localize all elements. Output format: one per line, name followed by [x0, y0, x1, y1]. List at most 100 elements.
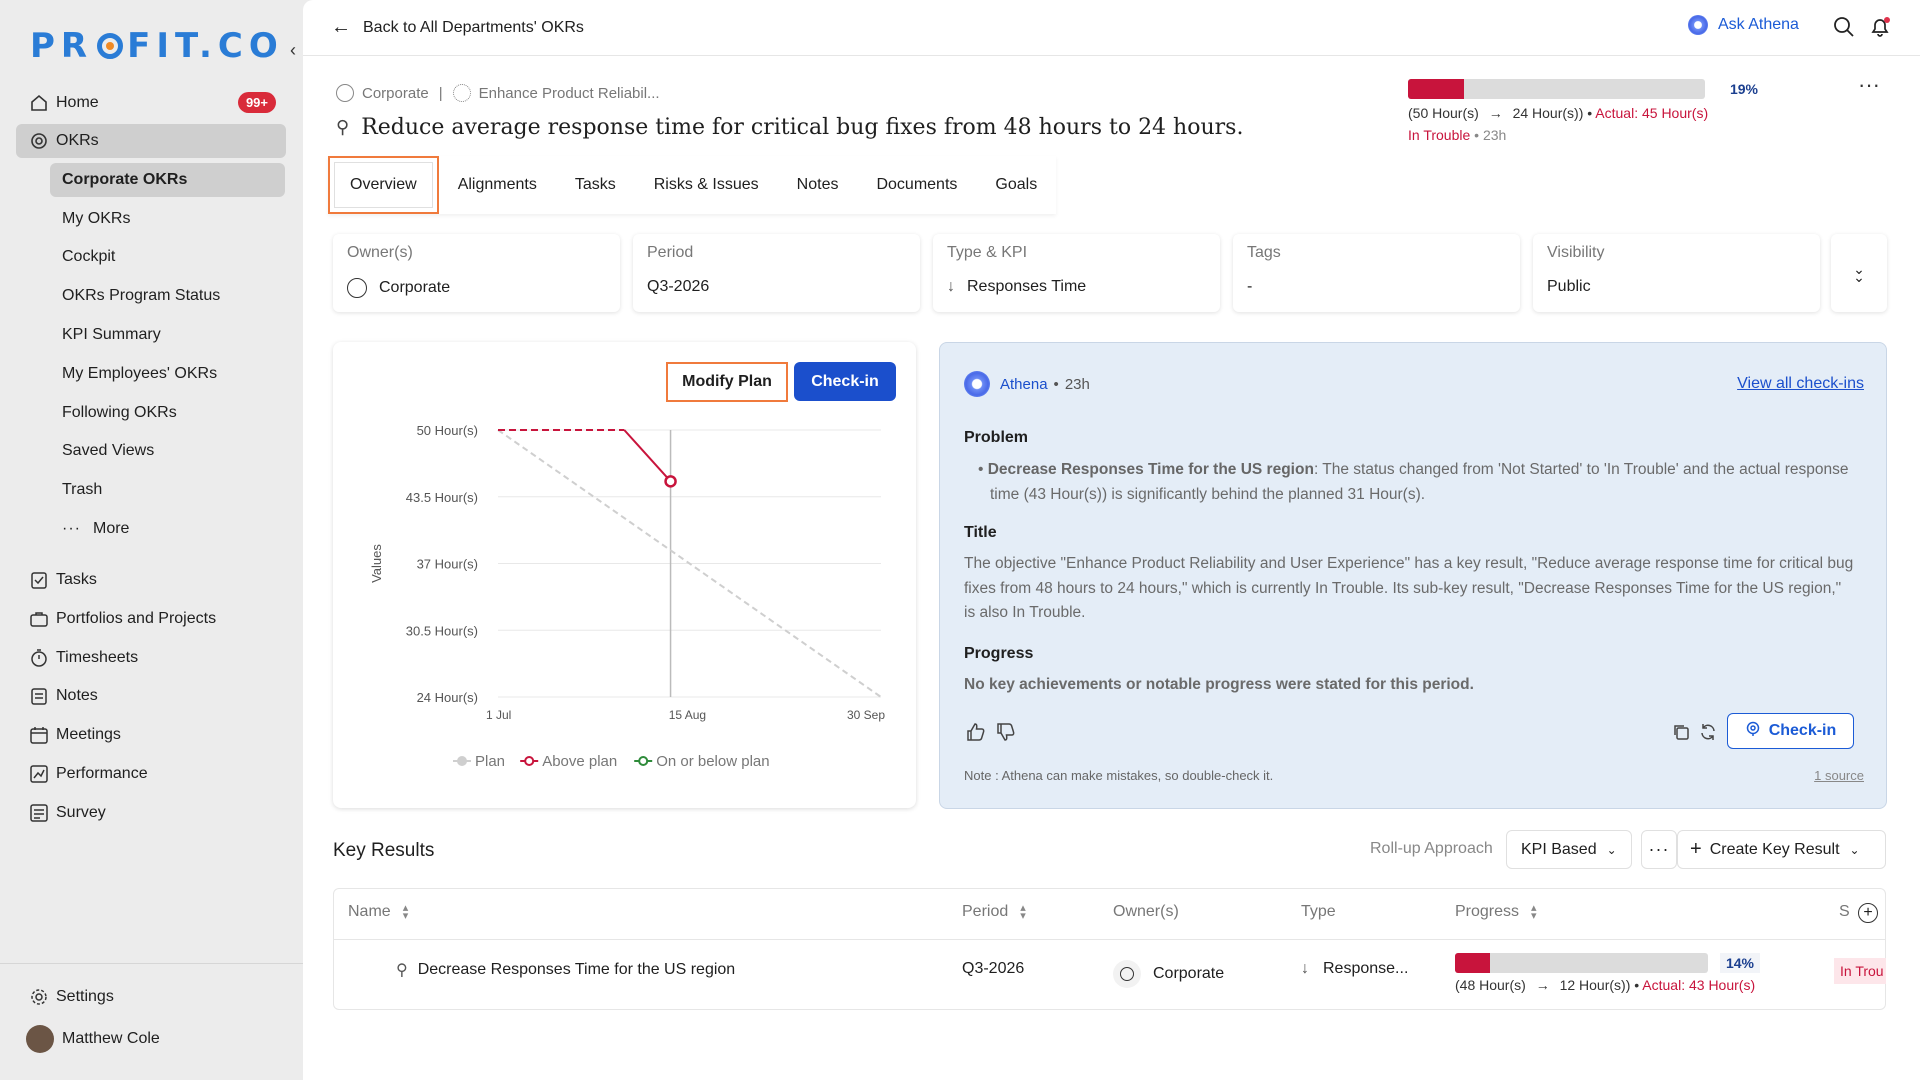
nav-kpi-summary-label: KPI Summary [62, 326, 161, 343]
row-progress-actual: Actual: 43 Hour(s) [1642, 977, 1756, 993]
nav-my-employees-okrs[interactable]: My Employees' OKRs [50, 357, 285, 391]
breadcrumb-objective[interactable]: Enhance Product Reliabil... [479, 85, 660, 102]
tab-notes[interactable]: Notes [778, 156, 858, 214]
expand-details-button[interactable]: ⌄ ⌄ [1831, 234, 1887, 312]
key-results-more-button[interactable]: ··· [1641, 830, 1677, 869]
thumbs-down-icon[interactable] [996, 722, 1016, 747]
nav-cockpit[interactable]: Cockpit [50, 240, 285, 274]
calendar-icon [28, 725, 50, 745]
create-key-result-button[interactable]: + Create Key Result ⌄ [1677, 830, 1886, 869]
arrow-right-icon: → [1488, 105, 1503, 121]
collapse-sidebar-icon[interactable]: ‹ [290, 40, 296, 61]
nav-corporate-okrs-label: Corporate OKRs [62, 171, 188, 188]
chevron-down-icon: ⌄ [1849, 842, 1860, 857]
row-period: Q3-2026 [962, 960, 1025, 977]
nav-more[interactable]: ··· More [50, 512, 285, 546]
breadcrumb-corporate[interactable]: Corporate [362, 85, 429, 102]
nav-trash[interactable]: Trash [50, 473, 285, 507]
main-content: ← Back to All Departments' OKRs Ask Athe… [303, 0, 1920, 1080]
nav-kpi-summary[interactable]: KPI Summary [50, 318, 285, 352]
nav-meetings[interactable]: Meetings [16, 718, 286, 752]
row-progress: 14% (48 Hour(s) → 12 Hour(s)) • Actual: … [1455, 953, 1760, 993]
progress-percent: 19% [1729, 81, 1758, 97]
col-period[interactable]: Period ▴ ▾ [962, 903, 1026, 922]
tasks-icon [28, 570, 50, 590]
key-result-icon: ⚲ [396, 962, 408, 979]
nav-performance[interactable]: Performance [16, 757, 286, 791]
globe-icon [336, 84, 354, 102]
nav-survey[interactable]: Survey [16, 796, 286, 830]
tab-alignments[interactable]: Alignments [439, 156, 556, 214]
actual-value-point [664, 475, 677, 488]
search-icon[interactable] [1833, 16, 1855, 43]
nav-settings[interactable]: Settings [16, 980, 286, 1014]
sidebar: PR FIT.CO ‹ Home 99+ OKRs Corporate OKRs … [0, 0, 303, 1080]
tab-documents-label: Documents [876, 176, 958, 193]
view-all-check-ins-link[interactable]: View all check-ins [1737, 375, 1864, 393]
tab-tasks[interactable]: Tasks [556, 156, 635, 214]
arrow-down-icon: ↓ [1301, 960, 1309, 977]
nav-corporate-okrs[interactable]: Corporate OKRs [50, 163, 285, 197]
athena-name: Athena [1000, 375, 1048, 393]
nav-tasks[interactable]: Tasks [16, 563, 286, 597]
nav-following-okrs[interactable]: Following OKRs [50, 396, 285, 430]
row-progress-bar [1455, 953, 1708, 973]
user-avatar [26, 1025, 54, 1053]
above-plan-series-line [623, 429, 672, 483]
bell-icon[interactable] [1868, 15, 1892, 44]
col-period-label: Period [962, 903, 1009, 920]
row-name: Decrease Responses Time for the US regio… [417, 961, 736, 978]
col-name[interactable]: Name ▴ ▾ [348, 903, 408, 922]
rollup-dropdown[interactable]: KPI Based ⌄ [1506, 830, 1632, 869]
nav-timesheets[interactable]: Timesheets [16, 641, 286, 675]
nav-portfolios[interactable]: Portfolios and Projects [16, 602, 286, 636]
progress-text: No key achievements or notable progress … [964, 676, 1474, 693]
notification-count-badge: 99+ [237, 92, 276, 113]
profit-logo[interactable]: PR FIT.CO [30, 26, 284, 66]
nav-survey-label: Survey [56, 804, 106, 821]
ask-athena-button[interactable]: Ask Athena [1688, 15, 1799, 35]
col-status-label: S [1839, 903, 1850, 920]
logo-target-icon [97, 33, 124, 59]
more-options-icon[interactable]: ··· [1858, 74, 1880, 96]
nav-okrs[interactable]: OKRs [16, 124, 286, 158]
nav-saved-views[interactable]: Saved Views [50, 434, 285, 468]
nav-notes[interactable]: Notes [16, 679, 286, 713]
row-progress-percent: 14% [1719, 953, 1760, 973]
add-column-icon[interactable]: + [1858, 903, 1878, 923]
y-tick-label: 50 Hour(s) [417, 423, 478, 438]
visibility-card: Visibility Public [1533, 234, 1820, 312]
target-icon [28, 131, 50, 151]
col-progress[interactable]: Progress ▴ ▾ [1455, 903, 1537, 922]
home-icon [28, 93, 50, 113]
refresh-icon[interactable] [1699, 723, 1717, 746]
nav-timesheets-label: Timesheets [56, 649, 139, 666]
nav-my-okrs[interactable]: My OKRs [50, 202, 285, 236]
tab-documents[interactable]: Documents [857, 156, 976, 214]
key-result-title: Reduce average response time for critica… [361, 115, 1244, 140]
tab-overview[interactable]: Overview [328, 156, 439, 214]
double-chevron-down-icon: ⌄ ⌄ [1853, 261, 1865, 285]
nav-following-label: Following OKRs [62, 404, 177, 421]
nav-notes-label: Notes [56, 687, 98, 704]
table-row[interactable]: ⚲ Decrease Responses Time for the US reg… [396, 960, 735, 980]
sidebar-divider [0, 963, 303, 964]
legend-label: Plan [475, 753, 505, 770]
nav-home[interactable]: Home 99+ [16, 86, 286, 120]
athena-check-in-button[interactable]: Check-in [1727, 713, 1854, 749]
athena-time: 23h [1064, 375, 1090, 393]
copy-icon[interactable] [1672, 723, 1690, 746]
source-link[interactable]: 1 source [1814, 768, 1864, 783]
col-owners: Owner(s) [1113, 903, 1179, 921]
user-profile[interactable]: Matthew Cole [16, 1022, 286, 1056]
progress-start-value: (50 Hour(s) [1408, 105, 1479, 121]
nav-tasks-label: Tasks [56, 571, 97, 588]
tab-risks-issues[interactable]: Risks & Issues [635, 156, 778, 214]
tags-card: Tags - [1233, 234, 1520, 312]
create-key-result-label: Create Key Result [1709, 840, 1840, 858]
back-link[interactable]: ← Back to All Departments' OKRs [331, 16, 584, 39]
progress-bar-fill [1408, 79, 1465, 99]
nav-okrs-program-status[interactable]: OKRs Program Status [50, 279, 285, 313]
tab-goals[interactable]: Goals [976, 156, 1056, 214]
thumbs-up-icon[interactable] [966, 722, 986, 747]
